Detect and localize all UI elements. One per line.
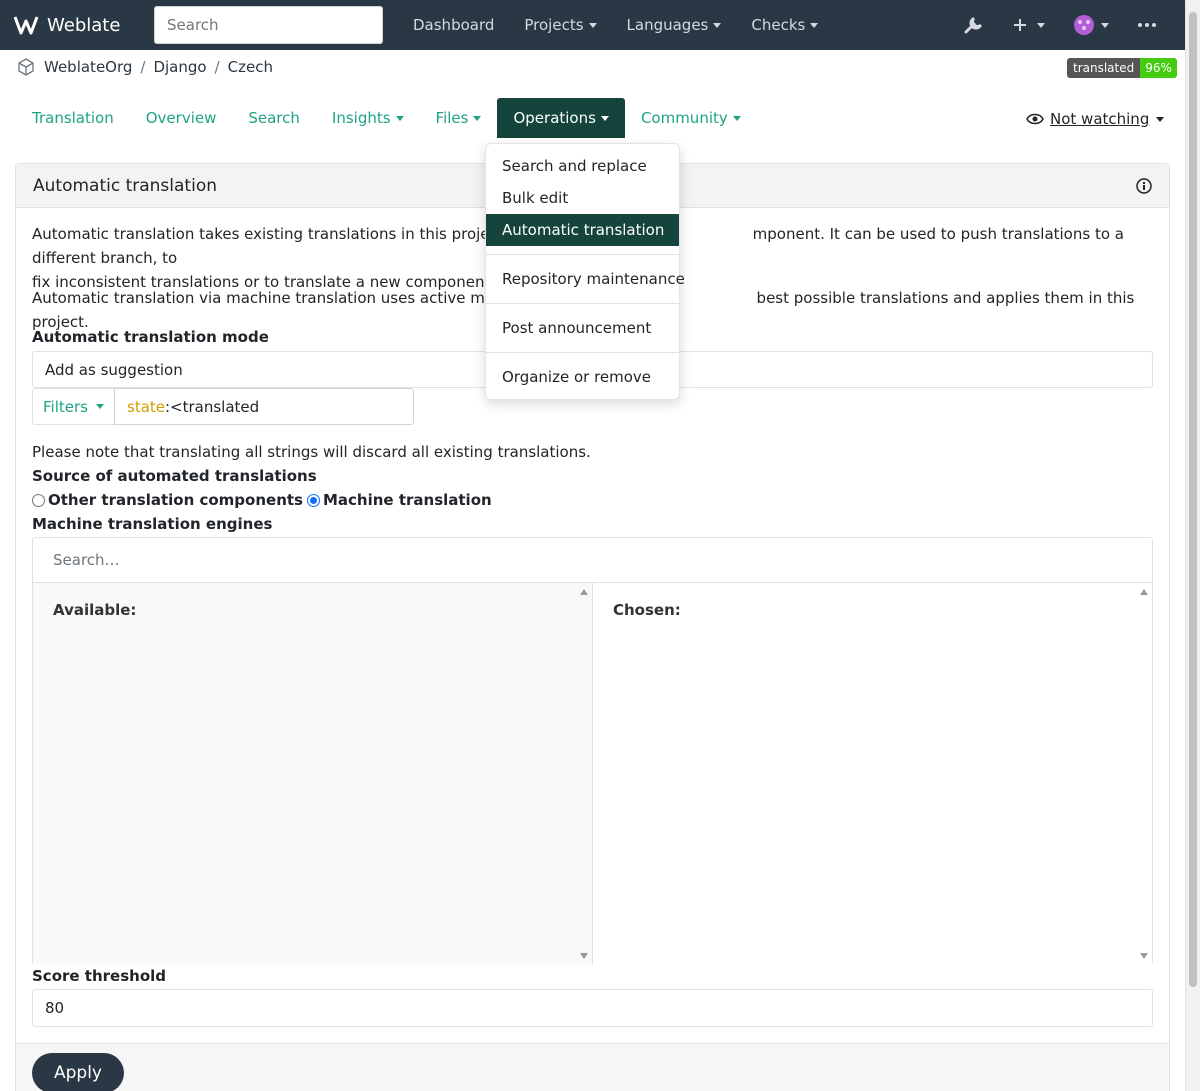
chevron-down-icon [1037, 22, 1045, 28]
user-menu[interactable] [1059, 0, 1123, 50]
engines-label: Machine translation engines [32, 515, 273, 533]
nav-languages[interactable]: Languages [612, 0, 737, 50]
chevron-down-icon [713, 22, 722, 28]
breadcrumb-language[interactable]: Czech [228, 58, 273, 76]
mode-label: Automatic translation mode [32, 328, 269, 346]
chevron-down-icon [473, 115, 482, 121]
scroll-down-icon[interactable] [580, 953, 588, 959]
search-input[interactable] [154, 6, 383, 44]
plus-icon [1014, 19, 1026, 31]
tab-files[interactable]: Files [420, 98, 498, 138]
brand-name: Weblate [47, 14, 121, 36]
chevron-down-icon [395, 115, 404, 121]
top-navbar: Weblate Dashboard Projects Languages Che… [0, 0, 1185, 50]
tab-search[interactable]: Search [232, 98, 316, 138]
card-footer [16, 1043, 1169, 1091]
score-label: Score threshold [32, 967, 167, 985]
apply-button[interactable]: Apply [32, 1053, 124, 1091]
available-engines-list[interactable]: Available: [33, 583, 593, 965]
brand-logo[interactable]: Weblate [12, 13, 120, 37]
project-icon [18, 58, 34, 76]
tab-overview[interactable]: Overview [130, 98, 233, 138]
menu-item-repository-maintenance[interactable]: Repository maintenance [486, 263, 685, 295]
menu-item-post-announcement[interactable]: Post announcement [486, 312, 679, 344]
chevron-down-icon [1156, 116, 1165, 122]
source-radio-group: Other translation components Machine tra… [32, 491, 492, 509]
more-menu-icon[interactable] [1123, 0, 1185, 50]
tab-insights[interactable]: Insights [316, 98, 420, 138]
radio-machine-translation[interactable] [306, 493, 320, 507]
card-title: Automatic translation [33, 175, 217, 196]
filters-button[interactable]: Filters [32, 388, 115, 425]
nav-checks[interactable]: Checks [736, 0, 833, 50]
tab-bar: Translation Overview Search Insights Fil… [16, 98, 757, 138]
menu-item-bulk-edit[interactable]: Bulk edit [486, 182, 679, 214]
scroll-down-icon[interactable] [1140, 953, 1148, 959]
filter-query-input[interactable]: state:<translated [114, 388, 414, 425]
operations-dropdown-menu: Search and replace Bulk edit Automatic t… [485, 143, 685, 400]
eye-icon [1026, 113, 1044, 125]
menu-item-search-replace[interactable]: Search and replace [486, 150, 679, 182]
breadcrumb: WeblateOrg / Django / Czech [16, 57, 273, 77]
score-threshold-input[interactable]: 80 [32, 989, 1153, 1027]
scroll-up-icon[interactable] [580, 589, 588, 595]
menu-divider [486, 352, 679, 353]
tab-community[interactable]: Community [625, 98, 757, 138]
discard-warning: Please note that translating all strings… [32, 443, 591, 461]
nav-projects[interactable]: Projects [509, 0, 611, 50]
menu-item-organize-remove[interactable]: Organize or remove [486, 361, 679, 393]
breadcrumb-project[interactable]: WeblateOrg [44, 58, 132, 76]
vertical-scrollbar[interactable] [1185, 0, 1200, 1091]
menu-divider [486, 254, 679, 255]
info-icon[interactable] [1136, 178, 1152, 194]
engines-selector: Search… Available: Chosen: [32, 537, 1153, 965]
menu-divider [486, 303, 679, 304]
chevron-down-icon [1101, 22, 1109, 28]
chevron-down-icon [95, 404, 104, 409]
source-label: Source of automated translations [32, 467, 317, 485]
menu-item-automatic-translation[interactable]: Automatic translation [486, 214, 679, 246]
scrollbar-thumb[interactable] [1189, 12, 1197, 987]
add-menu[interactable] [999, 0, 1059, 50]
chevron-down-icon [732, 115, 741, 121]
nav-dashboard[interactable]: Dashboard [398, 0, 509, 50]
radio-other-components[interactable] [32, 493, 45, 507]
wrench-icon[interactable] [949, 0, 999, 50]
engines-search-input[interactable]: Search… [33, 538, 1152, 583]
tab-operations[interactable]: Operations [497, 98, 625, 138]
chosen-engines-list[interactable]: Chosen: [593, 583, 1152, 965]
chevron-down-icon [600, 115, 609, 121]
breadcrumb-component[interactable]: Django [153, 58, 206, 76]
scroll-up-icon[interactable] [1140, 589, 1148, 595]
chevron-down-icon [588, 22, 597, 28]
tab-translation[interactable]: Translation [16, 98, 130, 138]
status-badge: translated 96% [1067, 58, 1177, 78]
watch-dropdown[interactable]: Not watching [1026, 110, 1165, 128]
weblate-logo-icon [13, 16, 39, 35]
chevron-down-icon [810, 22, 819, 28]
avatar [1074, 15, 1094, 35]
